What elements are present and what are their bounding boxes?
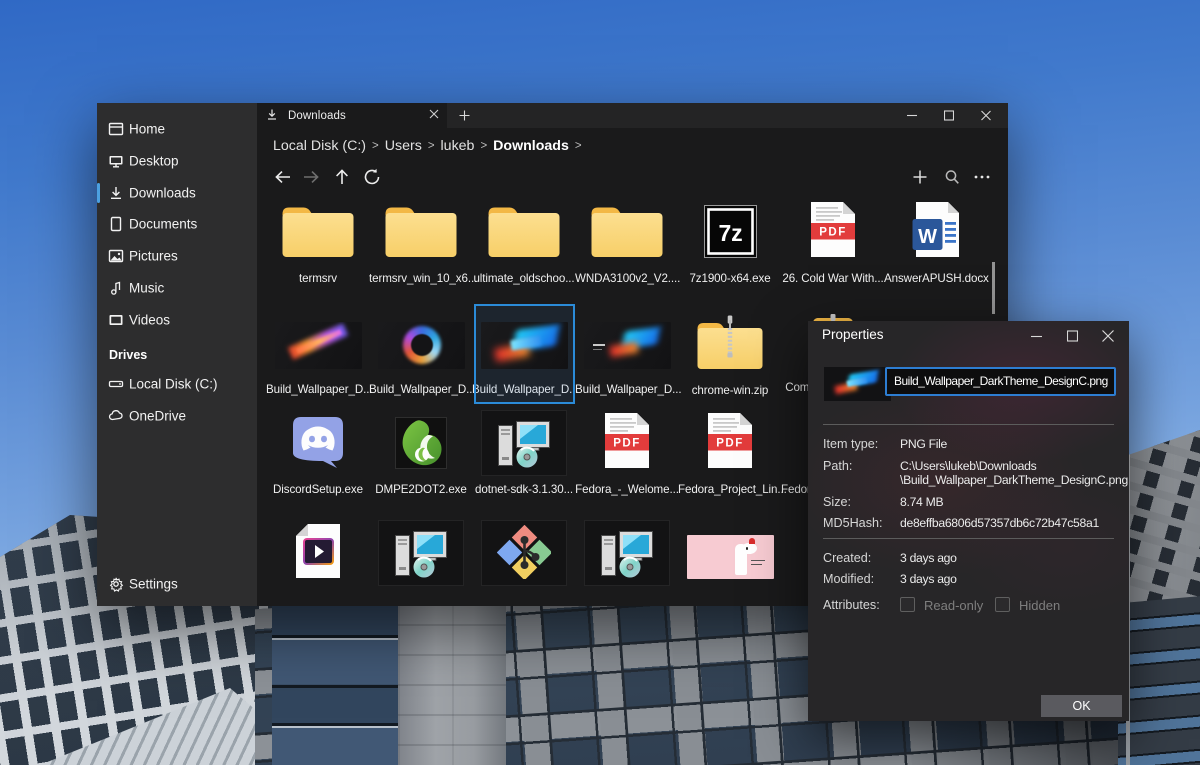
svg-text:W: W bbox=[918, 226, 937, 248]
svg-text:PDF: PDF bbox=[819, 227, 847, 239]
svg-text:PDF: PDF bbox=[613, 438, 641, 450]
svg-text:7z: 7z bbox=[718, 220, 742, 246]
svg-text:PDF: PDF bbox=[716, 438, 744, 450]
